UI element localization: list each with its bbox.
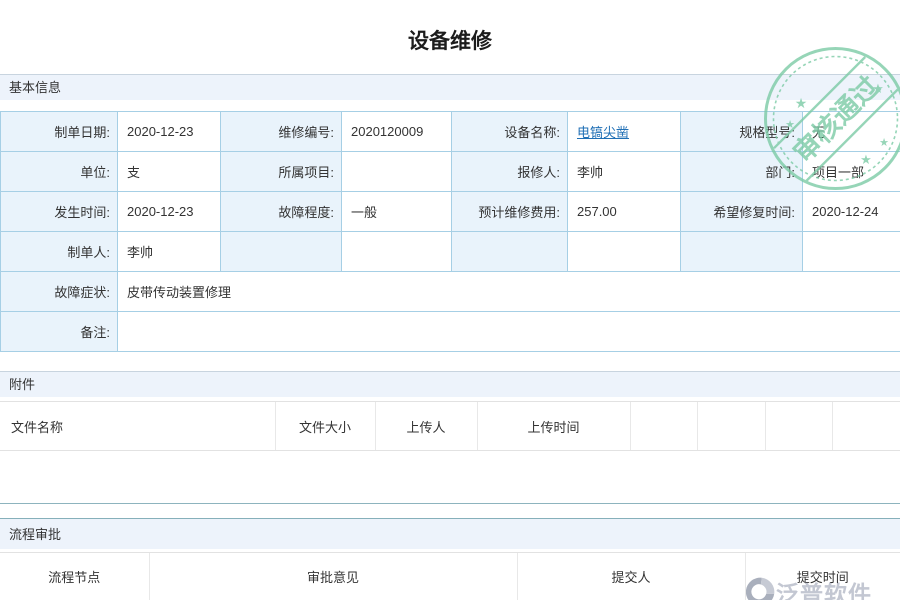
symptom-label: 故障症状:: [1, 272, 118, 312]
table-row: 单位: 支 所属项目: 报修人: 李帅 部门: 项目一部: [1, 152, 900, 192]
page-title: 设备维修: [0, 30, 900, 54]
repair-no-label: 维修编号:: [221, 112, 342, 152]
table-row: 备注:: [1, 312, 900, 352]
col-approval-opinion: 审批意见: [149, 553, 517, 600]
col-upload-time: 上传时间: [477, 402, 630, 451]
hope-time-label: 希望修复时间:: [681, 192, 803, 232]
fault-level-label: 故障程度:: [221, 192, 342, 232]
col-submit-time: 提交时间: [745, 553, 900, 600]
table-row: 制单人: 李帅: [1, 232, 900, 272]
spec-model-value: 无: [803, 112, 900, 152]
unit-value: 支: [118, 152, 221, 192]
approval-table: 流程节点 审批意见 提交人 提交时间: [0, 552, 900, 600]
symptom-value: 皮带传动装置修理: [118, 272, 900, 312]
device-name-link[interactable]: 电镐尖凿: [577, 125, 629, 140]
occur-time-value: 2020-12-23: [118, 192, 221, 232]
col-flow-node: 流程节点: [0, 553, 149, 600]
reporter-value: 李帅: [568, 152, 681, 192]
col-file-name: 文件名称: [0, 402, 275, 451]
maker-label: 制单人:: [1, 232, 118, 272]
make-date-label: 制单日期:: [1, 112, 118, 152]
col-submitter: 提交人: [517, 553, 745, 600]
attachments-section-header: 附件: [0, 371, 900, 397]
make-date-value: 2020-12-23: [118, 112, 221, 152]
remark-value: [118, 312, 900, 352]
device-name-label: 设备名称:: [452, 112, 568, 152]
table-row: 发生时间: 2020-12-23 故障程度: 一般 预计维修费用: 257.00…: [1, 192, 900, 232]
approval-section-header: 流程审批: [0, 518, 900, 549]
attachments-empty-body: [0, 451, 900, 504]
reporter-label: 报修人:: [452, 152, 568, 192]
col-file-size: 文件大小: [275, 402, 375, 451]
project-value: [342, 152, 452, 192]
table-row: 制单日期: 2020-12-23 维修编号: 2020120009 设备名称: …: [1, 112, 900, 152]
unit-label: 单位:: [1, 152, 118, 192]
basic-info-table: 制单日期: 2020-12-23 维修编号: 2020120009 设备名称: …: [0, 111, 900, 352]
est-cost-label: 预计维修费用:: [452, 192, 568, 232]
fault-level-value: 一般: [342, 192, 452, 232]
department-label: 部门:: [681, 152, 803, 192]
occur-time-label: 发生时间:: [1, 192, 118, 232]
project-label: 所属项目:: [221, 152, 342, 192]
attachments-panel: 附件 文件名称 文件大小 上传人 上传时间: [0, 371, 900, 504]
est-cost-value: 257.00: [568, 192, 681, 232]
attachments-table: 文件名称 文件大小 上传人 上传时间: [0, 401, 900, 451]
table-row: 故障症状: 皮带传动装置修理: [1, 272, 900, 312]
remark-label: 备注:: [1, 312, 118, 352]
department-value: 项目一部: [803, 152, 900, 192]
hope-time-value: 2020-12-24: [803, 192, 900, 232]
approval-header-row: 流程节点 审批意见 提交人 提交时间: [0, 553, 900, 600]
repair-no-value: 2020120009: [342, 112, 452, 152]
col-uploader: 上传人: [375, 402, 477, 451]
attachments-header-row: 文件名称 文件大小 上传人 上传时间: [0, 402, 900, 451]
maker-value: 李帅: [118, 232, 221, 272]
basic-info-section-header: 基本信息: [0, 74, 900, 100]
spec-model-label: 规格型号:: [681, 112, 803, 152]
